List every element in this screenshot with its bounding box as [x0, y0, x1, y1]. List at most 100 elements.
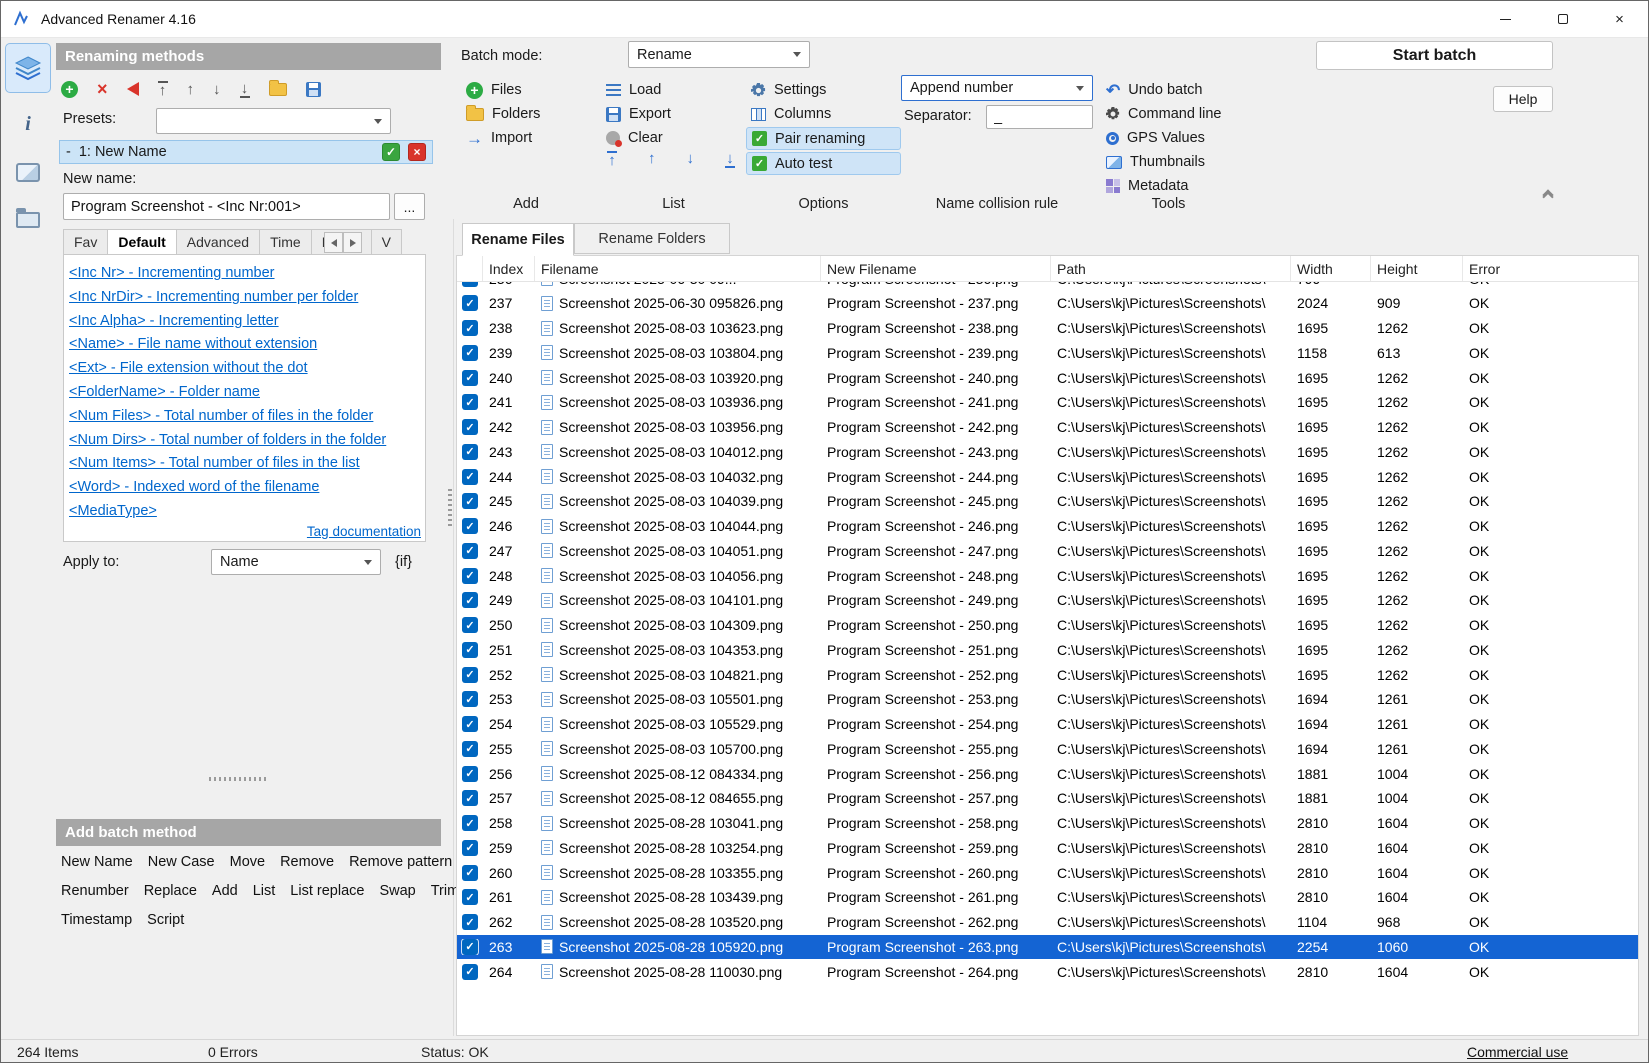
- tag-link[interactable]: <Inc NrDir> - Incrementing number per fo…: [69, 286, 421, 310]
- row-checkbox[interactable]: ✓: [462, 345, 478, 361]
- columns-button[interactable]: Columns: [746, 103, 901, 125]
- horizontal-splitter-handle[interactable]: [209, 777, 269, 781]
- open-preset-icon[interactable]: [269, 83, 287, 96]
- pair-renaming-toggle[interactable]: ✓ Pair renaming: [746, 127, 901, 150]
- row-checkbox[interactable]: ✓: [462, 568, 478, 584]
- apply-to-dropdown[interactable]: Name: [211, 549, 381, 575]
- folder-panel-button[interactable]: [5, 203, 51, 237]
- table-row[interactable]: ✓ 250 Screenshot 2025-08-03 104309.png P…: [457, 613, 1638, 638]
- tag-tab-default[interactable]: Default: [108, 229, 176, 255]
- table-row[interactable]: ✓ 260 Screenshot 2025-08-28 103355.png P…: [457, 860, 1638, 885]
- table-row[interactable]: ✓ 248 Screenshot 2025-08-03 104056.png P…: [457, 563, 1638, 588]
- tag-link[interactable]: <Name> - File name without extension: [69, 333, 421, 357]
- add-method-list-replace[interactable]: List replace: [290, 883, 364, 899]
- maximize-button[interactable]: [1534, 1, 1591, 37]
- add-method-trim[interactable]: Trim: [431, 883, 459, 899]
- thumbnails-button[interactable]: Thumbnails: [1101, 151, 1251, 173]
- row-checkbox[interactable]: ✓: [462, 543, 478, 559]
- row-checkbox[interactable]: ✓: [462, 419, 478, 435]
- row-checkbox[interactable]: ✓: [462, 469, 478, 485]
- add-method-new-name[interactable]: New Name: [61, 854, 133, 870]
- vertical-splitter-handle[interactable]: [448, 489, 452, 529]
- row-checkbox[interactable]: ✓: [462, 939, 478, 955]
- table-row[interactable]: ✓ 238 Screenshot 2025-08-03 103623.png P…: [457, 316, 1638, 341]
- save-preset-icon[interactable]: [306, 82, 321, 97]
- row-checkbox[interactable]: ✓: [462, 790, 478, 806]
- table-row[interactable]: ✓ 247 Screenshot 2025-08-03 104051.png P…: [457, 539, 1638, 564]
- row-checkbox[interactable]: ✓: [462, 914, 478, 930]
- method-delete-button[interactable]: ×: [408, 143, 426, 161]
- row-checkbox[interactable]: ✓: [462, 964, 478, 980]
- import-button[interactable]: → Import: [461, 127, 591, 149]
- table-row[interactable]: ✓ 251 Screenshot 2025-08-03 104353.png P…: [457, 638, 1638, 663]
- table-row[interactable]: ✓ 263 Screenshot 2025-08-28 105920.png P…: [457, 935, 1638, 960]
- close-button[interactable]: ×: [1591, 1, 1648, 37]
- add-method-replace[interactable]: Replace: [144, 883, 197, 899]
- browse-button[interactable]: ...: [394, 193, 425, 220]
- row-checkbox[interactable]: ✓: [462, 295, 478, 311]
- minimize-button[interactable]: [1477, 1, 1534, 37]
- command-line-button[interactable]: Command line: [1101, 103, 1251, 125]
- move-method-top-icon[interactable]: ↑: [158, 81, 168, 98]
- add-method-remove[interactable]: Remove: [280, 854, 334, 870]
- image-panel-button[interactable]: [5, 155, 51, 189]
- move-file-up-icon[interactable]: ↑: [648, 151, 656, 168]
- delete-method-icon[interactable]: ×: [97, 79, 108, 100]
- tag-link[interactable]: <Word> - Indexed word of the filename: [69, 476, 421, 500]
- table-row[interactable]: ✓ 262 Screenshot 2025-08-28 103520.png P…: [457, 910, 1638, 935]
- row-checkbox[interactable]: ✓: [462, 444, 478, 460]
- row-checkbox[interactable]: ✓: [462, 518, 478, 534]
- help-button[interactable]: Help: [1493, 86, 1553, 112]
- row-checkbox[interactable]: ✓: [462, 840, 478, 856]
- add-method-icon[interactable]: +: [61, 81, 78, 98]
- row-checkbox[interactable]: ✓: [462, 282, 478, 287]
- table-row[interactable]: ✓ 255 Screenshot 2025-08-03 105700.png P…: [457, 737, 1638, 762]
- row-checkbox[interactable]: ✓: [462, 667, 478, 683]
- table-row[interactable]: ✓ 236 Screenshot 2025-06-30 09... Progra…: [457, 282, 1638, 291]
- move-method-down-icon[interactable]: ↓: [213, 82, 221, 97]
- table-row[interactable]: ✓ 237 Screenshot 2025-06-30 095826.png P…: [457, 291, 1638, 316]
- row-checkbox[interactable]: ✓: [462, 493, 478, 509]
- clear-list-button[interactable]: Clear: [601, 127, 733, 149]
- add-files-button[interactable]: + Files: [461, 79, 591, 101]
- tab-scroll-left-button[interactable]: [324, 232, 343, 253]
- add-folders-button[interactable]: Folders: [461, 103, 591, 125]
- method-collapse-glyph[interactable]: -: [66, 144, 71, 160]
- tab-scroll-right-button[interactable]: [343, 232, 362, 253]
- row-checkbox[interactable]: ✓: [462, 865, 478, 881]
- header-new-filename[interactable]: New Filename: [821, 256, 1051, 281]
- tag-tab-advanced[interactable]: Advanced: [177, 229, 260, 255]
- tag-link[interactable]: <MediaType>: [69, 500, 421, 524]
- move-file-down-icon[interactable]: ↓: [687, 151, 695, 168]
- table-row[interactable]: ✓ 239 Screenshot 2025-08-03 103804.png P…: [457, 341, 1638, 366]
- table-row[interactable]: ✓ 261 Screenshot 2025-08-28 103439.png P…: [457, 885, 1638, 910]
- row-checkbox[interactable]: ✓: [462, 320, 478, 336]
- remove-all-methods-icon[interactable]: [127, 82, 139, 96]
- move-file-bottom-icon[interactable]: ↓: [725, 151, 735, 168]
- table-row[interactable]: ✓ 253 Screenshot 2025-08-03 105501.png P…: [457, 687, 1638, 712]
- separator-input[interactable]: [986, 105, 1093, 129]
- row-checkbox[interactable]: ✓: [462, 370, 478, 386]
- table-row[interactable]: ✓ 243 Screenshot 2025-08-03 104012.png P…: [457, 440, 1638, 465]
- tag-documentation-link[interactable]: Tag documentation: [307, 524, 421, 539]
- gps-values-button[interactable]: GPS Values: [1101, 127, 1251, 149]
- table-row[interactable]: ✓ 249 Screenshot 2025-08-03 104101.png P…: [457, 588, 1638, 613]
- row-checkbox[interactable]: ✓: [462, 617, 478, 633]
- tag-link[interactable]: <Num Dirs> - Total number of folders in …: [69, 429, 421, 453]
- move-method-bottom-icon[interactable]: ↓: [240, 81, 250, 98]
- undo-batch-button[interactable]: ↶ Undo batch: [1101, 79, 1251, 101]
- move-method-up-icon[interactable]: ↑: [187, 82, 195, 97]
- batch-mode-dropdown[interactable]: Rename: [628, 41, 810, 68]
- table-row[interactable]: ✓ 245 Screenshot 2025-08-03 104039.png P…: [457, 489, 1638, 514]
- row-checkbox[interactable]: ✓: [462, 815, 478, 831]
- tag-link[interactable]: <FolderName> - Folder name: [69, 381, 421, 405]
- add-method-swap[interactable]: Swap: [379, 883, 415, 899]
- row-checkbox[interactable]: ✓: [462, 691, 478, 707]
- add-method-list[interactable]: List: [253, 883, 276, 899]
- table-row[interactable]: ✓ 258 Screenshot 2025-08-28 103041.png P…: [457, 811, 1638, 836]
- name-collision-dropdown[interactable]: Append number: [901, 75, 1093, 101]
- auto-test-toggle[interactable]: ✓ Auto test: [746, 152, 901, 175]
- tag-link[interactable]: <Inc Alpha> - Incrementing letter: [69, 310, 421, 334]
- row-checkbox[interactable]: ✓: [462, 592, 478, 608]
- table-row[interactable]: ✓ 241 Screenshot 2025-08-03 103936.png P…: [457, 390, 1638, 415]
